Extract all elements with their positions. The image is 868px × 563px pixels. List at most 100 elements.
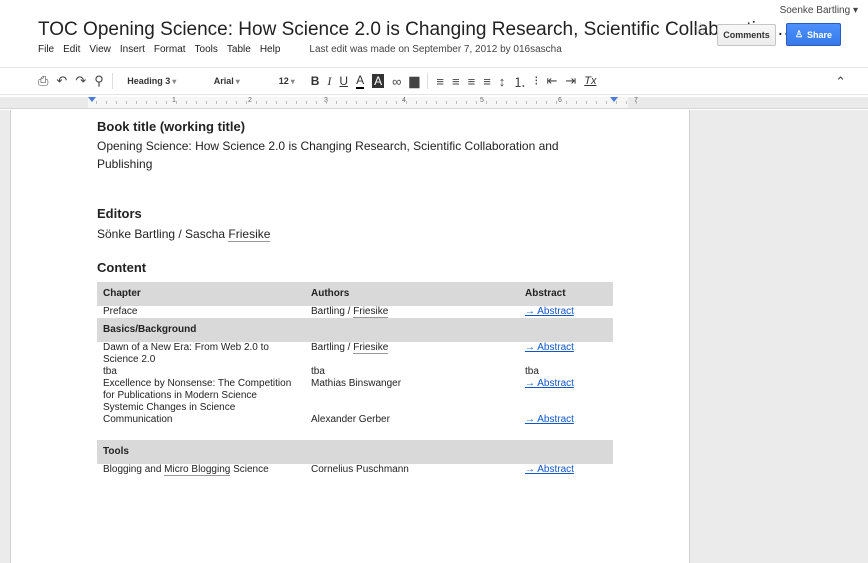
ruler-tick — [96, 101, 97, 104]
ruler-tick — [206, 101, 207, 104]
font-size-select[interactable]: 12 ▾ — [271, 76, 303, 86]
increase-indent-icon[interactable]: ⇥ — [565, 73, 576, 89]
ruler-tick — [246, 101, 247, 104]
content-heading: Content — [97, 260, 147, 275]
left-indent-marker[interactable] — [88, 97, 96, 102]
paragraph-style-select[interactable]: Heading 3 ▾ — [121, 76, 183, 86]
ruler[interactable]: 1 2 3 4 5 6 7 — [0, 97, 868, 109]
numbered-list-icon[interactable]: ⒈ — [513, 72, 526, 91]
abstract-link[interactable]: → Abstract — [525, 414, 574, 425]
align-center-icon[interactable]: ≡ — [452, 74, 460, 89]
ruler-tick — [356, 101, 357, 104]
ruler-tick — [536, 101, 537, 104]
ruler-tick — [306, 101, 307, 104]
menu-table[interactable]: Table — [227, 44, 251, 55]
ruler-tick — [396, 101, 397, 104]
star-icon[interactable]: ☆ — [694, 19, 707, 37]
user-menu[interactable]: Soenke Bartling ▾ — [780, 5, 858, 16]
abstract-link[interactable]: → Abstract — [525, 306, 574, 317]
abstract-cell: → Abstract — [519, 306, 613, 318]
menu-file[interactable]: File — [38, 44, 54, 55]
bulleted-list-icon[interactable]: ⁝ — [534, 73, 538, 89]
menu-tools[interactable]: Tools — [195, 44, 218, 55]
font-select[interactable]: Arial ▾ — [191, 76, 263, 86]
ruler-tick — [106, 101, 107, 104]
menu-format[interactable]: Format — [154, 44, 186, 55]
comment-icon[interactable]: ▆ — [409, 73, 419, 89]
text-color-button[interactable]: A — [356, 73, 365, 89]
book-title-line-1: Opening Science: How Science 2.0 is Chan… — [97, 139, 559, 153]
align-left-icon[interactable]: ≡ — [436, 74, 444, 89]
collapse-toolbar-icon[interactable]: ⌃ — [835, 74, 846, 90]
link-icon[interactable]: ∞ — [392, 74, 401, 89]
font-size-value: 12 — [278, 76, 289, 86]
document-title[interactable]: TOC Opening Science: How Science 2.0 is … — [38, 19, 796, 41]
decrease-indent-icon[interactable]: ⇤ — [546, 73, 557, 89]
editors-names: Sönke Bartling / Sascha — [97, 227, 229, 241]
font-value: Arial — [213, 76, 234, 86]
ruler-tick — [236, 101, 237, 104]
ruler-tick — [416, 101, 417, 104]
chevron-down-icon: ▾ — [290, 77, 295, 86]
last-edit-link[interactable]: Last edit was made on September 7, 2012 … — [309, 44, 561, 55]
paint-format-icon[interactable]: ⚲ — [94, 73, 104, 89]
italic-button[interactable]: I — [327, 74, 331, 89]
align-right-icon[interactable]: ≡ — [468, 74, 476, 89]
align-justify-icon[interactable]: ≡ — [483, 74, 491, 89]
toolbar-divider — [427, 73, 429, 89]
ruler-tick — [566, 101, 567, 104]
document-page[interactable]: Book title (working title) Opening Scien… — [10, 110, 690, 563]
bold-button[interactable]: B — [311, 74, 320, 88]
ruler-tick — [196, 101, 197, 104]
editors-heading: Editors — [97, 206, 142, 221]
authors-cell: Alexander Gerber — [311, 414, 390, 425]
ruler-tick — [326, 101, 327, 104]
ruler-tick — [216, 101, 217, 104]
ruler-tick — [346, 101, 347, 104]
ruler-tick — [576, 101, 577, 104]
column-header-authors: Authors — [305, 282, 519, 306]
toc-table: Chapter Authors Abstract Preface Bartlin… — [97, 282, 613, 476]
undo-icon[interactable]: ↶ — [56, 73, 67, 89]
menu-view[interactable]: View — [89, 44, 111, 55]
table-row: Excellence by Nonsense: The Competition … — [97, 378, 613, 402]
ruler-tick — [146, 101, 147, 104]
abstract-link[interactable]: → Abstract — [525, 342, 574, 353]
authors-cell: Cornelius Puschmann — [311, 464, 409, 475]
print-icon[interactable]: ⎙ — [38, 73, 48, 89]
chapter-text: Blogging and — [103, 464, 165, 475]
author-name: Bartling / — [311, 306, 354, 317]
editors-text: Sönke Bartling / Sascha Friesike — [97, 225, 271, 243]
menu-insert[interactable]: Insert — [120, 44, 145, 55]
line-spacing-icon[interactable]: ↕ — [499, 74, 506, 89]
menu-help[interactable]: Help — [260, 44, 281, 55]
redo-icon[interactable]: ↷ — [75, 73, 86, 89]
menubar: File Edit View Insert Format Tools Table… — [38, 44, 562, 55]
underline-button[interactable]: U — [339, 74, 348, 88]
table-row: Systemic Changes in Science Communicatio… — [97, 402, 613, 426]
abstract-cell: → Abstract — [519, 402, 613, 426]
ruler-tick — [546, 101, 547, 104]
share-button[interactable]: ♙ Share — [786, 23, 841, 46]
chapter-cell: Excellence by Nonsense: The Competition … — [103, 378, 292, 401]
book-title-heading: Book title (working title) — [97, 119, 246, 134]
ruler-tick — [136, 101, 137, 104]
highlight-color-button[interactable]: A — [372, 74, 385, 88]
abstract-link[interactable]: → Abstract — [525, 464, 574, 475]
ruler-tick — [336, 101, 337, 104]
ruler-tick — [176, 101, 177, 104]
clear-formatting-icon[interactable]: Tx — [584, 75, 596, 87]
ruler-tick — [116, 101, 117, 104]
ruler-tick — [126, 101, 127, 104]
ruler-tick — [586, 101, 587, 104]
ruler-tick — [386, 101, 387, 104]
author-name: Friesike — [353, 342, 389, 354]
ruler-tick — [606, 101, 607, 104]
table-spacer-row — [97, 426, 613, 440]
menu-edit[interactable]: Edit — [63, 44, 80, 55]
ruler-tick — [636, 101, 637, 104]
comments-button[interactable]: Comments — [717, 24, 776, 46]
chapter-text: Science — [230, 464, 269, 475]
abstract-link[interactable]: → Abstract — [525, 378, 574, 389]
paragraph-style-value: Heading 3 — [127, 76, 171, 86]
